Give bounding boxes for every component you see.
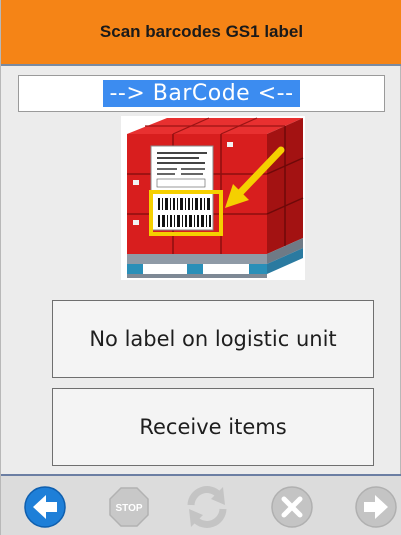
refresh-icon — [187, 486, 227, 528]
pallet-label-illustration — [121, 116, 305, 280]
forward-button[interactable] — [355, 486, 397, 528]
receive-items-button[interactable]: Receive items — [52, 388, 374, 466]
bottom-toolbar: STOP — [1, 474, 401, 535]
cancel-button[interactable] — [271, 486, 313, 528]
refresh-button[interactable] — [183, 486, 231, 528]
no-label-button[interactable]: No label on logistic unit — [52, 300, 374, 378]
stop-icon: STOP — [109, 487, 149, 527]
title-bar: Scan barcodes GS1 label — [1, 0, 401, 66]
barcode-input-value: --> BarCode <-- — [103, 80, 300, 107]
stop-button[interactable]: STOP — [108, 486, 150, 528]
back-button[interactable] — [24, 486, 66, 528]
barcode-input[interactable]: --> BarCode <-- — [18, 75, 385, 112]
stop-icon-label: STOP — [115, 503, 142, 514]
pallet-image — [121, 116, 305, 280]
page-title: Scan barcodes GS1 label — [99, 22, 304, 41]
forward-arrow-icon — [355, 486, 397, 528]
app-window: Scan barcodes GS1 label --> BarCode <-- — [0, 0, 401, 535]
cancel-icon — [271, 486, 313, 528]
back-arrow-icon — [24, 486, 66, 528]
